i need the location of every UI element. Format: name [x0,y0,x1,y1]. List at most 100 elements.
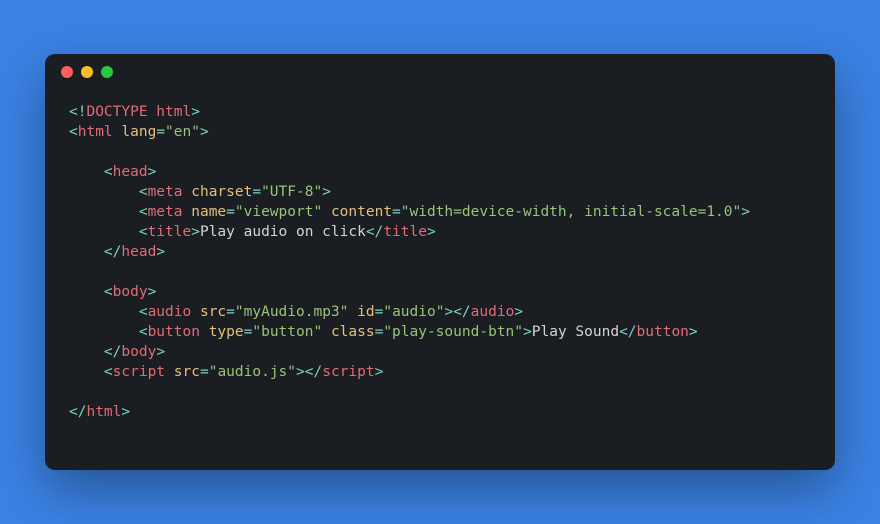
eq: = [200,364,209,380]
code-line: <script src="audio.js"></script> [69,362,811,382]
code-line: <button type="button" class="play-sound-… [69,322,811,342]
tag: meta [148,184,183,200]
string: "audio" [383,304,444,320]
code-line: </head> [69,242,811,262]
punct: < [104,364,113,380]
punct: </ [305,364,322,380]
attr: content [331,204,392,220]
punct: </ [69,404,86,420]
eq: = [252,184,261,200]
string: "UTF-8" [261,184,322,200]
punct: > [121,404,130,420]
punct: < [139,324,148,340]
doctype: DOCTYPE html [86,104,191,120]
tag: title [148,224,192,240]
attr: src [174,364,200,380]
punct: > [444,304,453,320]
punct: > [156,244,165,260]
close-icon[interactable] [61,66,73,78]
attr: id [357,304,374,320]
code-line: <html lang="en"> [69,122,811,142]
maximize-icon[interactable] [101,66,113,78]
tag: button [148,324,200,340]
code-line: </html> [69,402,811,422]
attr: lang [121,124,156,140]
punct: </ [104,344,121,360]
blank-line [69,382,811,402]
punct: > [375,364,384,380]
space [191,304,200,320]
punct: </ [104,244,121,260]
text: Play Sound [532,324,619,340]
punct: > [689,324,698,340]
space [165,364,174,380]
minimize-icon[interactable] [81,66,93,78]
code-editor-window: <!DOCTYPE html><html lang="en"> <head> <… [45,54,835,470]
code-content: <!DOCTYPE html><html lang="en"> <head> <… [45,90,835,434]
space [322,204,331,220]
punct: < [104,284,113,300]
text: Play audio on click [200,224,366,240]
tag: head [121,244,156,260]
attr: name [191,204,226,220]
punct: < [139,224,148,240]
punct: > [156,344,165,360]
punct: > [191,104,200,120]
punct: > [191,224,200,240]
string: "audio.js" [209,364,296,380]
punct: > [427,224,436,240]
tag: body [113,284,148,300]
eq: = [226,304,235,320]
tag: head [113,164,148,180]
punct: </ [453,304,470,320]
punct: <! [69,104,86,120]
code-line: <meta name="viewport" content="width=dev… [69,202,811,222]
eq: = [156,124,165,140]
space [183,184,192,200]
eq: = [392,204,401,220]
code-line: <!DOCTYPE html> [69,102,811,122]
attr: charset [191,184,252,200]
code-line: <meta charset="UTF-8"> [69,182,811,202]
punct: > [148,284,157,300]
tag: script [113,364,165,380]
space [348,304,357,320]
string: "en" [165,124,200,140]
code-line: </body> [69,342,811,362]
eq: = [226,204,235,220]
punct: </ [366,224,383,240]
tag: html [78,124,113,140]
code-line: <head> [69,162,811,182]
punct: < [69,124,78,140]
tag: audio [471,304,515,320]
blank-line [69,142,811,162]
punct: </ [619,324,636,340]
tag: script [322,364,374,380]
code-line: <body> [69,282,811,302]
string: "viewport" [235,204,322,220]
attr: class [331,324,375,340]
tag: title [383,224,427,240]
punct: > [200,124,209,140]
space [183,204,192,220]
tag: meta [148,204,183,220]
string: "width=device-width, initial-scale=1.0" [401,204,741,220]
tag: body [121,344,156,360]
tag: button [637,324,689,340]
punct: < [139,204,148,220]
space [322,324,331,340]
blank-line [69,262,811,282]
punct: < [104,164,113,180]
punct: < [139,184,148,200]
string: "button" [252,324,322,340]
code-line: <audio src="myAudio.mp3" id="audio"></au… [69,302,811,322]
tag: audio [148,304,192,320]
attr: type [209,324,244,340]
punct: > [523,324,532,340]
space [200,324,209,340]
string: "myAudio.mp3" [235,304,349,320]
punct: > [741,204,750,220]
punct: > [322,184,331,200]
code-line: <title>Play audio on click</title> [69,222,811,242]
tag: html [86,404,121,420]
